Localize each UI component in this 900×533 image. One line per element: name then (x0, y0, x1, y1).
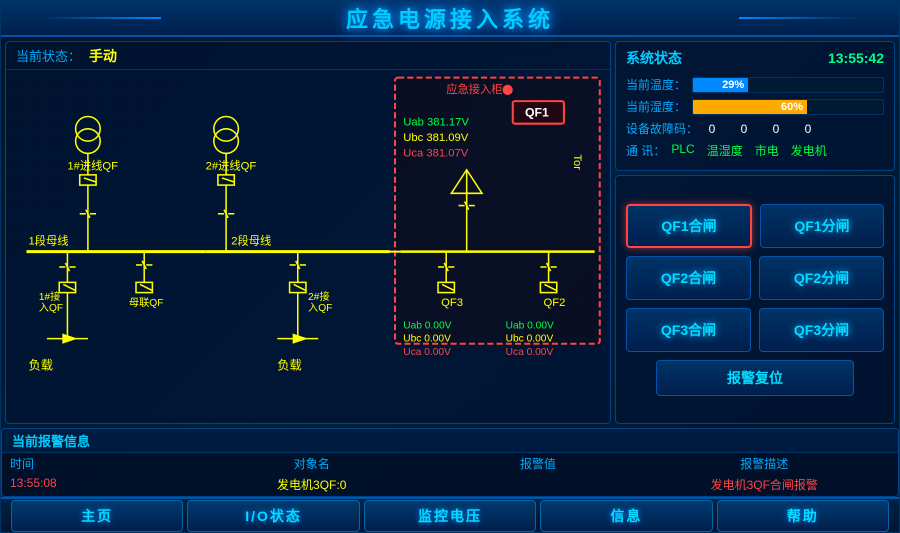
fault-value-4: 0 (800, 122, 816, 136)
svg-text:Uca 0.00V: Uca 0.00V (403, 347, 451, 358)
svg-text:QF2: QF2 (543, 297, 565, 309)
fault-values: 0 0 0 0 (704, 122, 816, 136)
fault-label: 设备故障码： (626, 120, 698, 137)
control-panel: QF1合闸 QF1分闸 QF2合闸 QF2分闸 QF3合闸 QF3分闸 报警复位 (615, 175, 895, 424)
header-deco-right (739, 17, 859, 19)
qf1-btn-row: QF1合闸 QF1分闸 (626, 204, 884, 248)
svg-text:应急接入柜: 应急接入柜 (446, 82, 502, 96)
alarm-value (437, 476, 638, 493)
svg-text:母联QF: 母联QF (129, 297, 164, 309)
body-area: 当前状态： 手动 1 (1, 37, 899, 428)
comm-items: PLC 温湿度 市电 发电机 (671, 142, 826, 159)
diagram-panel: 当前状态： 手动 1 (5, 41, 611, 424)
alarm-col-object: 对象名 (186, 455, 437, 472)
alarm-header: 当前报警信息 (2, 429, 898, 453)
svg-text:Uca 0.00V: Uca 0.00V (506, 347, 554, 358)
system-time: 13:55:42 (828, 50, 884, 66)
svg-text:1#进线QF: 1#进线QF (67, 159, 118, 173)
humidity-bar-fill: 60% (693, 100, 807, 114)
comm-row: 通 讯： PLC 温湿度 市电 发电机 (626, 142, 884, 159)
fault-value-3: 0 (768, 122, 784, 136)
qf3-open-button[interactable]: QF3分闸 (759, 308, 884, 352)
comm-label: 通 讯： (626, 142, 665, 159)
alarm-col-desc: 报警描述 (639, 455, 890, 472)
svg-text:2#接: 2#接 (308, 290, 330, 303)
humidity-row: 当前湿度： 60% (626, 98, 884, 115)
temperature-bar: 29% (692, 77, 884, 93)
diagram-area: 1#进线QF 1段母线 (6, 70, 610, 423)
humidity-label: 当前湿度： (626, 98, 686, 115)
svg-text:Ubc 381.09V: Ubc 381.09V (403, 132, 469, 144)
comm-th: 温湿度 (707, 142, 743, 159)
comm-plc: PLC (671, 142, 694, 159)
comm-grid: 市电 (755, 142, 779, 159)
nav-info-button[interactable]: 信息 (540, 500, 712, 532)
alarm-object: 发电机3QF:0 (186, 476, 437, 493)
alarm-row: 13:55:08 发电机3QF:0 发电机3QF合闸报警 (2, 474, 898, 495)
system-status-header: 系统状态 13:55:42 (626, 48, 884, 68)
fault-value-1: 0 (704, 122, 720, 136)
svg-text:2段母线: 2段母线 (231, 234, 271, 248)
svg-text:QF1: QF1 (525, 106, 549, 120)
humidity-bar: 60% (692, 99, 884, 115)
right-panel: 系统状态 13:55:42 当前温度： 29% 当前湿度： (615, 41, 895, 424)
page-title: 应急电源接入系统 (346, 2, 554, 34)
qf2-open-button[interactable]: QF2分闸 (759, 256, 884, 300)
qf2-btn-row: QF2合闸 QF2分闸 (626, 256, 884, 300)
bottom-nav: 主页 I/O状态 监控电压 信息 帮助 (1, 497, 899, 532)
fault-value-2: 0 (736, 122, 752, 136)
svg-text:Uab 381.17V: Uab 381.17V (403, 117, 469, 129)
svg-text:Uab 0.00V: Uab 0.00V (403, 321, 451, 332)
svg-text:Uab 0.00V: Uab 0.00V (506, 321, 554, 332)
svg-text:Ubc 0.00V: Ubc 0.00V (506, 334, 554, 345)
svg-text:1段母线: 1段母线 (29, 234, 69, 248)
qf2-close-button[interactable]: QF2合闸 (626, 256, 751, 300)
status-label: 当前状态： (16, 46, 81, 65)
svg-text:QF3: QF3 (441, 297, 463, 309)
fault-row: 设备故障码： 0 0 0 0 (626, 120, 884, 137)
svg-text:负载: 负载 (277, 359, 302, 373)
alarm-title: 当前报警信息 (12, 431, 90, 450)
alarm-col-value: 报警值 (437, 455, 638, 472)
diagram-svg: 1#进线QF 1段母线 (6, 70, 610, 423)
alarm-col-time: 时间 (10, 455, 186, 472)
qf3-btn-row: QF3合闸 QF3分闸 (626, 308, 884, 352)
humidity-value: 60% (781, 101, 803, 113)
main-container: 应急电源接入系统 当前状态： 手动 (0, 0, 900, 533)
temperature-value: 29% (722, 79, 744, 91)
temperature-label: 当前温度： (626, 76, 686, 93)
status-value: 手动 (89, 46, 117, 66)
qf3-close-button[interactable]: QF3合闸 (626, 308, 751, 352)
system-status-title: 系统状态 (626, 48, 682, 68)
nav-help-button[interactable]: 帮助 (717, 500, 889, 532)
nav-io-button[interactable]: I/O状态 (187, 500, 359, 532)
comm-gen: 发电机 (791, 142, 827, 159)
nav-monitor-button[interactable]: 监控电压 (364, 500, 536, 532)
svg-text:1#接: 1#接 (39, 290, 61, 303)
alarm-desc: 发电机3QF合闸报警 (639, 476, 890, 493)
nav-home-button[interactable]: 主页 (11, 500, 183, 532)
alarm-reset-button[interactable]: 报警复位 (656, 360, 854, 396)
alarm-panel: 当前报警信息 时间 对象名 报警值 报警描述 13:55:08 发电机3QF:0… (1, 428, 899, 497)
svg-text:入QF: 入QF (39, 302, 63, 314)
alarm-cols: 时间 对象名 报警值 报警描述 (2, 453, 898, 474)
svg-text:Uca 381.07V: Uca 381.07V (403, 148, 469, 160)
alarm-time: 13:55:08 (10, 476, 186, 493)
svg-text:负载: 负载 (29, 359, 54, 373)
temperature-bar-fill: 29% (693, 78, 748, 92)
svg-text:Ubc 0.00V: Ubc 0.00V (403, 334, 451, 345)
header-deco-left (41, 17, 161, 19)
system-status-panel: 系统状态 13:55:42 当前温度： 29% 当前湿度： (615, 41, 895, 171)
qf1-open-button[interactable]: QF1分闸 (760, 204, 884, 248)
svg-text:2#进线QF: 2#进线QF (206, 159, 257, 173)
svg-text:Tor: Tor (571, 155, 583, 171)
qf1-close-button[interactable]: QF1合闸 (626, 204, 752, 248)
status-bar: 当前状态： 手动 (6, 42, 610, 70)
temperature-row: 当前温度： 29% (626, 76, 884, 93)
svg-text:入QF: 入QF (308, 302, 332, 314)
header: 应急电源接入系统 (1, 1, 899, 37)
